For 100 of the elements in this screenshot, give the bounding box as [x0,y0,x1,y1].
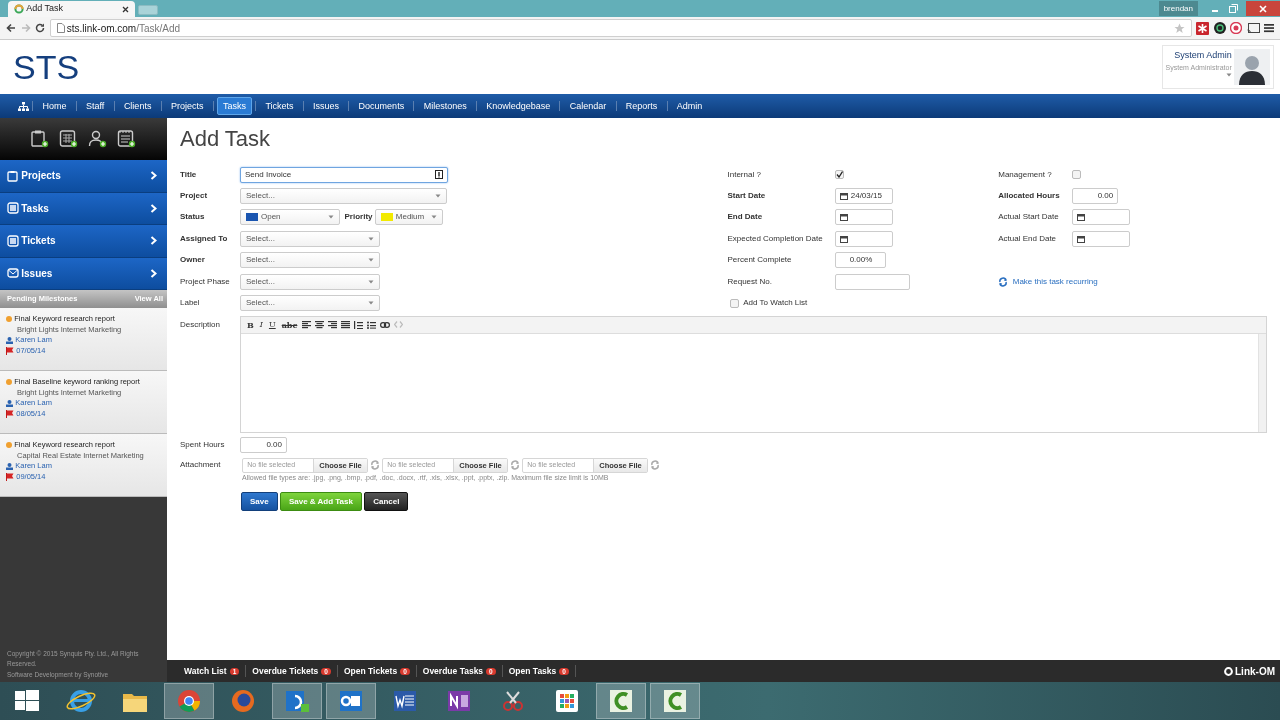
date-field[interactable]: 24/03/15 [835,188,894,205]
field-label: Percent Complete [727,254,793,267]
form-button[interactable]: Cancel [364,492,409,512]
check-icon [836,171,844,179]
sidebar-item[interactable]: Tasks [0,192,167,225]
menu-icon[interactable] [1264,23,1274,33]
user-icon [6,399,13,407]
nav-link[interactable]: Reports [619,96,664,116]
dropdown-select[interactable]: Select... [240,252,380,269]
date-field[interactable] [1072,209,1131,226]
refresh-icon [650,460,661,471]
link-icon[interactable] [380,322,391,328]
dropdown-select[interactable]: Select... [240,230,380,247]
format-button[interactable]: B [246,321,255,329]
sitemap-icon[interactable] [18,101,29,111]
number-field[interactable]: 0.00 [1072,188,1119,205]
nav-link[interactable]: Projects [164,96,210,116]
calendar-icon [1077,234,1086,243]
flag-icon [6,472,14,481]
field-label: Internal ? [727,168,762,181]
extension-icon[interactable] [1213,22,1226,34]
number-field[interactable]: 0.00% [835,252,887,269]
new-project-icon[interactable] [30,129,50,149]
scrollbar[interactable] [1258,334,1266,432]
back-button[interactable] [6,23,16,33]
field-label: Actual End Date [998,232,1058,245]
page-title: Add Task [180,126,272,152]
star-icon [1173,22,1185,34]
caret-icon [368,301,374,306]
sidebar-item[interactable]: Tickets [0,225,167,258]
text-field[interactable] [835,273,911,290]
nav-link[interactable]: Milestones [417,96,473,116]
align-left-icon[interactable] [302,321,312,329]
calendar-icon [7,234,19,247]
align-right-icon[interactable] [328,321,338,329]
format-button[interactable]: I [258,321,264,329]
numbered-list-icon[interactable] [354,321,364,329]
refresh-icon [510,460,521,471]
status-select[interactable]: Open [240,209,340,226]
caret-icon [435,194,441,199]
page-icon [56,23,65,33]
dropdown-select[interactable]: Select... [240,295,380,312]
sidebar-item[interactable]: Projects [0,160,167,193]
close-button[interactable] [1246,1,1280,16]
field-label: Status [180,211,206,224]
new-task-icon[interactable] [59,129,79,149]
brand-logo: Link-OM [1223,663,1275,679]
flag-icon [6,409,14,418]
checkbox-label: Add To Watch List [743,297,808,310]
field-label: Start Date [727,190,767,203]
dropdown-select[interactable]: Select... [240,273,380,290]
address-bar[interactable]: sts.link-om.com/Task/Add [49,19,1192,37]
nav-link[interactable]: Knowledgebase [480,96,557,116]
form-button[interactable]: Save [241,492,278,512]
nav-link[interactable]: Home [36,96,73,116]
title-field[interactable]: Send Invoice [240,166,448,183]
nav-link[interactable]: Admin [670,96,709,116]
project-select[interactable]: Select... [240,188,447,205]
priority-select[interactable]: Medium [374,209,443,226]
caret-icon [1225,73,1232,77]
reload-button[interactable] [35,23,45,33]
field-label: Owner [180,254,206,267]
nav-link[interactable]: Staff [80,96,111,116]
field-label: Expected Completion Date [727,232,824,245]
flag-icon [6,346,14,355]
date-field[interactable] [835,230,894,247]
nav-link[interactable]: Clients [117,96,158,116]
checkbox[interactable] [729,298,739,308]
justify-icon[interactable] [341,321,351,329]
nav-link[interactable]: Issues [307,96,346,116]
add-user-icon[interactable] [88,129,108,149]
field-label: Priority [344,211,373,224]
nav-link[interactable]: Tasks [216,96,252,116]
format-button[interactable]: U [267,321,277,329]
recurring-link[interactable]: Make this task recurring [998,275,1098,288]
nav-link[interactable]: Tickets [259,96,300,116]
calendar-icon [840,234,849,243]
field-label: Allocated Hours [998,190,1061,203]
nav-link[interactable]: Calendar [563,96,613,116]
checkbox[interactable] [1072,170,1082,180]
new-note-icon[interactable] [117,129,137,149]
date-field[interactable] [835,209,894,226]
checkbox[interactable] [835,170,845,180]
bullet-list-icon[interactable] [367,321,377,329]
status-dot-icon [6,379,12,386]
format-button[interactable]: abc [280,321,299,329]
chevron-right-icon [150,236,157,246]
field-label: Spent Hours [180,439,226,452]
taskbar-button[interactable] [326,683,376,719]
field-label: Project Phase [180,275,231,288]
rich-text-editor[interactable]: B I U abc [240,316,1267,433]
date-field[interactable] [1072,230,1131,247]
caret-icon [368,236,374,241]
nav-link[interactable]: Documents [352,96,411,116]
align-center-icon[interactable] [315,321,325,329]
number-field[interactable]: 0.00 [240,437,287,454]
envelope-icon [7,267,19,280]
browser-tab[interactable]: Add Task [8,1,135,17]
sidebar-item[interactable]: Issues [0,257,167,290]
cast-icon[interactable] [1246,22,1260,34]
